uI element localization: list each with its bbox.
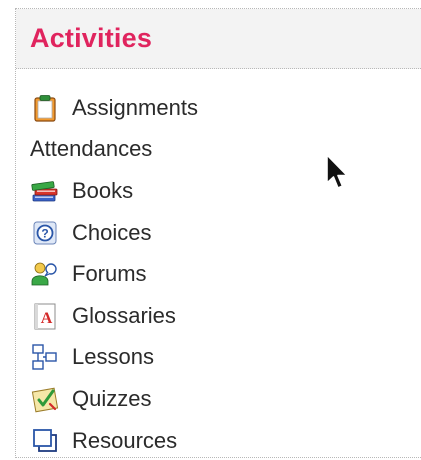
activity-label: Assignments	[72, 94, 198, 120]
activity-item-books[interactable]: Books	[30, 170, 198, 212]
mouse-cursor-icon	[326, 154, 348, 189]
activity-item-attendances[interactable]: Attendances	[30, 129, 198, 171]
glossary-icon: A	[30, 301, 60, 331]
resource-icon	[30, 426, 60, 456]
svg-text:?: ?	[41, 226, 48, 240]
block-header: Activities	[16, 9, 421, 69]
activity-item-quizzes[interactable]: Quizzes	[30, 378, 198, 420]
activity-label: Forums	[72, 261, 147, 287]
activity-label: Attendances	[30, 136, 153, 162]
block-title: Activities	[30, 23, 153, 53]
activity-label: Choices	[72, 219, 152, 245]
activities-block: Activities Assignments Attendances Books…	[15, 8, 421, 458]
activity-item-choices[interactable]: ? Choices	[30, 212, 198, 254]
activity-label: Glossaries	[72, 302, 176, 328]
activity-item-resources[interactable]: Resources	[30, 420, 198, 460]
svg-text:A: A	[41, 310, 53, 327]
activity-item-lessons[interactable]: Lessons	[30, 337, 198, 379]
activity-label: Books	[72, 177, 134, 203]
activity-item-assignments[interactable]: Assignments	[30, 87, 198, 129]
activities-list: Assignments Attendances Books ? Choices …	[30, 87, 198, 460]
activity-label: Lessons	[72, 344, 154, 370]
activity-label: Quizzes	[72, 385, 152, 411]
forum-icon	[30, 259, 60, 289]
page: Activities Assignments Attendances Books…	[0, 0, 421, 460]
lesson-icon	[30, 342, 60, 372]
quiz-icon	[30, 384, 60, 414]
activity-label: Resources	[72, 427, 178, 453]
books-icon	[30, 176, 60, 206]
activity-item-glossaries[interactable]: A Glossaries	[30, 295, 198, 337]
assignment-icon	[30, 93, 60, 123]
choice-icon: ?	[30, 218, 60, 248]
activity-item-forums[interactable]: Forums	[30, 253, 198, 295]
